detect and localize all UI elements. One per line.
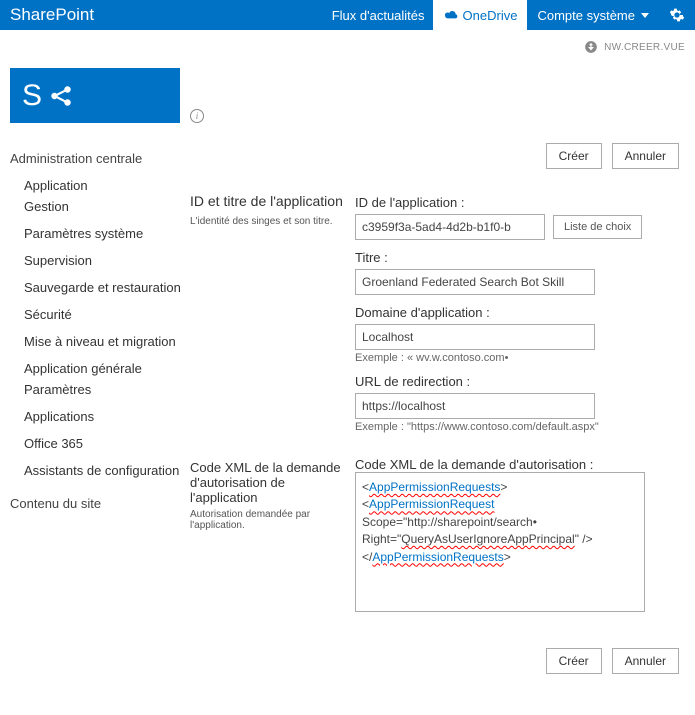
left-nav: Administration centrale Application Gest… bbox=[10, 133, 190, 690]
lookup-button[interactable]: Liste de choix bbox=[553, 215, 642, 239]
nav-item-office365[interactable]: Office 365 bbox=[10, 430, 190, 457]
gear-icon bbox=[669, 7, 685, 23]
logo-letter: S bbox=[22, 79, 42, 113]
account-menu[interactable]: Compte système bbox=[527, 0, 659, 30]
action-row-top: Créer Annuler bbox=[355, 133, 685, 185]
redirect-input[interactable] bbox=[355, 393, 595, 419]
nav-item-application[interactable]: Application bbox=[10, 172, 190, 199]
xml-right-suffix: " /> bbox=[575, 532, 593, 546]
share-icon bbox=[584, 40, 598, 54]
nav-item-assistants[interactable]: Assistants de configuration bbox=[10, 457, 190, 484]
domain-label: Domaine d'application : bbox=[355, 305, 685, 320]
xml-right-value: QueryAsUserIgnoreAppPrincipal bbox=[401, 532, 574, 546]
section-id-title: ID et titre de l'application bbox=[190, 193, 347, 209]
title-input[interactable] bbox=[355, 269, 595, 295]
section-id-desc: L'identité des singes et son titre. bbox=[190, 215, 347, 228]
appid-label: ID de l'application : bbox=[355, 195, 685, 210]
share-row: NW.CREER.VUE bbox=[0, 30, 695, 64]
nav-header[interactable]: Administration centrale bbox=[10, 151, 190, 166]
xml-scope: Scope="http://sharepoint/search• bbox=[362, 515, 537, 529]
form-column: Créer Annuler ID de l'application : List… bbox=[355, 133, 685, 690]
xml-open-requests: AppPermissionRequests bbox=[369, 480, 500, 494]
nav-item-mise-a-niveau[interactable]: Mise à niveau et migration bbox=[10, 328, 190, 355]
nav-item-app-generale[interactable]: Application générale bbox=[10, 355, 190, 382]
xml-open-request: AppPermissionRequest bbox=[369, 497, 494, 511]
share-label: NW.CREER.VUE bbox=[604, 42, 685, 53]
settings-button[interactable] bbox=[659, 0, 695, 30]
nav-item-parametres[interactable]: Paramètres bbox=[10, 382, 190, 403]
nav-item-applications[interactable]: Applications bbox=[10, 403, 190, 430]
xml-textarea[interactable]: <AppPermissionRequests> <AppPermissionRe… bbox=[355, 472, 645, 612]
section-desc-column: ID et titre de l'application L'identité … bbox=[190, 133, 355, 690]
sharepoint-logo: S bbox=[10, 68, 180, 123]
top-bar: SharePoint Flux d'actualités OneDrive Co… bbox=[0, 0, 695, 30]
nav-footer[interactable]: Contenu du site bbox=[10, 496, 190, 511]
section-perm-title: Code XML de la demande d'autorisation de… bbox=[190, 460, 347, 505]
cancel-button-bottom[interactable]: Annuler bbox=[612, 648, 679, 674]
share-glyph-icon bbox=[48, 83, 74, 109]
create-button-top[interactable]: Créer bbox=[546, 143, 602, 169]
section-perm-desc: Autorisation demandée par l'application. bbox=[190, 509, 347, 531]
nav-item-gestion[interactable]: Gestion bbox=[10, 199, 190, 220]
xml-close-requests: AppPermissionRequests bbox=[372, 550, 503, 564]
appid-input[interactable] bbox=[355, 214, 545, 240]
domain-input[interactable] bbox=[355, 324, 595, 350]
chevron-down-icon bbox=[641, 13, 649, 18]
nav-item-supervision[interactable]: Supervision bbox=[10, 247, 190, 274]
account-label: Compte système bbox=[537, 8, 635, 23]
title-label: Titre : bbox=[355, 250, 685, 265]
nav-item-params-systeme[interactable]: Paramètres système bbox=[10, 220, 190, 247]
cloud-icon bbox=[443, 9, 459, 21]
tab-newsfeed[interactable]: Flux d'actualités bbox=[324, 0, 433, 30]
domain-example: Exemple : « wv.w.contoso.com• bbox=[355, 352, 685, 364]
tab-onedrive-label: OneDrive bbox=[463, 8, 518, 23]
nav-item-sauvegarde[interactable]: Sauvegarde et restauration bbox=[10, 274, 190, 301]
redirect-example: Exemple : "https://www.contoso.com/defau… bbox=[355, 421, 685, 433]
nav-item-securite[interactable]: Sécurité bbox=[10, 301, 190, 328]
tab-onedrive[interactable]: OneDrive bbox=[433, 0, 528, 30]
xml-label: Code XML de la demande d'autorisation : bbox=[355, 457, 685, 472]
redirect-label: URL de redirection : bbox=[355, 374, 685, 389]
xml-right-prefix: Right=" bbox=[362, 532, 401, 546]
cancel-button-top[interactable]: Annuler bbox=[612, 143, 679, 169]
logo-row: S i bbox=[0, 64, 695, 133]
brand-label: SharePoint bbox=[0, 5, 94, 25]
action-row-bottom: Créer Annuler bbox=[355, 638, 685, 690]
info-icon[interactable]: i bbox=[190, 109, 204, 123]
create-button-bottom[interactable]: Créer bbox=[546, 648, 602, 674]
